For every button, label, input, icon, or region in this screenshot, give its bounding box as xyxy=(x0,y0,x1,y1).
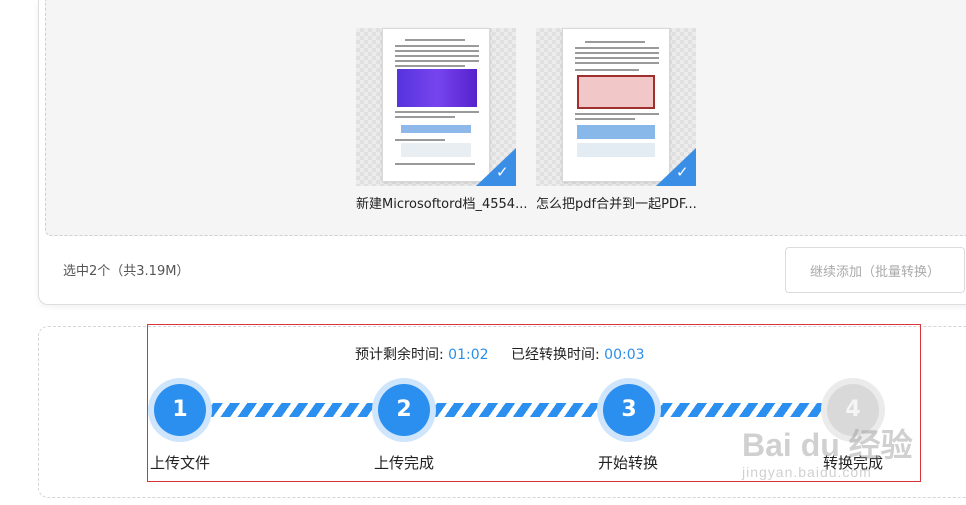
file-name: 怎么把pdf合并到一起PDF... xyxy=(536,197,697,212)
file-name: 新建Microsoftord档_4554... xyxy=(356,197,526,212)
step-2: 2 xyxy=(372,378,436,442)
step-label: 开始转换 xyxy=(598,454,659,472)
step-label: 上传文件 xyxy=(150,454,211,472)
step-label: 上传完成 xyxy=(374,454,435,472)
step-number: 3 xyxy=(603,384,655,436)
document-preview xyxy=(382,28,490,182)
baidu-watermark: Bai du 经验 jingyan.baidu.com xyxy=(742,420,962,490)
step-3: 3 xyxy=(597,378,661,442)
watermark-brand: Bai du 经验 xyxy=(742,427,913,463)
elapsed-time-value: 00:03 xyxy=(604,347,645,363)
progress-connector xyxy=(430,403,608,417)
checkmark-icon: ✓ xyxy=(676,163,689,181)
time-info: 预计剩余时间: 01:02 已经转换时间: 00:03 xyxy=(355,344,663,364)
step-number: 1 xyxy=(154,384,206,436)
document-preview xyxy=(562,28,670,182)
remaining-time-value: 01:02 xyxy=(448,347,489,363)
selection-summary: 选中2个（共3.19M） xyxy=(63,264,190,279)
upload-panel: ✓ 新建Microsoftord档_4554... ✓ 怎么把pdf合并到一起P… xyxy=(38,0,966,305)
watermark-url: jingyan.baidu.com xyxy=(742,464,872,480)
step-1: 1 xyxy=(148,378,212,442)
step-number: 2 xyxy=(378,384,430,436)
continue-add-button[interactable]: 继续添加（批量转换） xyxy=(785,247,965,293)
progress-connector xyxy=(206,403,384,417)
elapsed-time-label: 已经转换时间: xyxy=(510,347,600,363)
remaining-time-label: 预计剩余时间: xyxy=(355,347,444,363)
file-drop-zone[interactable]: ✓ 新建Microsoftord档_4554... ✓ 怎么把pdf合并到一起P… xyxy=(45,0,966,236)
progress-connector xyxy=(654,403,834,417)
checkmark-icon: ✓ xyxy=(496,163,509,181)
